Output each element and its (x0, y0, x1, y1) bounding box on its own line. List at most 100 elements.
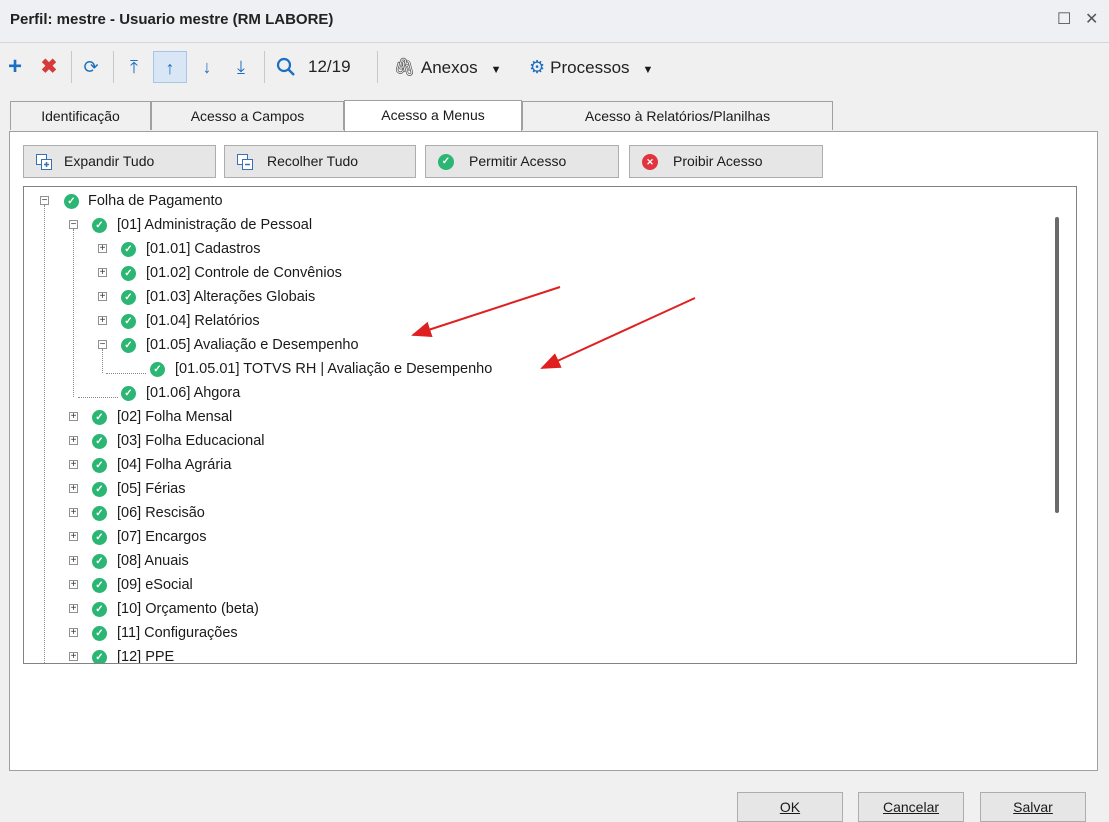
record-counter: 12/19 (308, 57, 351, 76)
refresh-icon[interactable]: ⟳ (80, 55, 102, 79)
allowed-check-icon: ✓ (92, 578, 107, 593)
toolbar-divider (377, 51, 378, 83)
tree-node-label: [06] Rescisão (117, 505, 205, 521)
tab-acesso-campos[interactable]: Acesso a Campos (151, 101, 344, 130)
toolbar-divider (71, 51, 72, 83)
allowed-check-icon: ✓ (92, 506, 107, 521)
attachments-menu[interactable]: 🖇 Anexos ▼ (393, 55, 523, 79)
allowed-check-icon: ✓ (92, 650, 107, 663)
delete-icon[interactable]: ✖ (38, 55, 60, 79)
allowed-check-icon: ✓ (64, 194, 79, 209)
allowed-check-icon: ✓ (92, 410, 107, 425)
vertical-scrollbar[interactable] (1055, 217, 1059, 513)
collapse-all-icon (237, 154, 253, 170)
expand-toggle-icon[interactable]: + (69, 580, 78, 590)
tree-node-label: [03] Folha Educacional (117, 433, 265, 449)
tree-node-label: [01.04] Relatórios (146, 313, 260, 329)
tree-node-label: [07] Encargos (117, 529, 207, 545)
tree-connector (78, 397, 118, 398)
last-record-icon[interactable]: ⤓ (231, 55, 251, 79)
expand-toggle-icon[interactable]: + (69, 556, 78, 566)
allowed-check-icon: ✓ (92, 218, 107, 233)
collapse-all-button[interactable]: Recolher Tudo (224, 145, 416, 178)
dropdown-arrow-icon: ▼ (490, 64, 502, 76)
deny-access-label: Proibir Acesso (673, 153, 763, 169)
attachments-label: Anexos (420, 58, 478, 77)
tree-connector (102, 349, 103, 373)
allowed-check-icon: ✓ (92, 482, 107, 497)
x-circle-icon: ✕ (642, 154, 658, 170)
tab-identificacao[interactable]: Identificação (10, 101, 151, 130)
gear-icon: ⚙ (529, 57, 546, 77)
expand-toggle-icon[interactable]: + (69, 484, 78, 494)
check-circle-icon: ✓ (438, 154, 454, 170)
expand-toggle-icon[interactable]: + (69, 532, 78, 542)
tree-connector (73, 229, 74, 397)
collapse-toggle-icon[interactable]: − (98, 340, 107, 350)
expand-toggle-icon[interactable]: + (98, 316, 107, 326)
expand-toggle-icon[interactable]: + (98, 244, 107, 254)
expand-all-icon (36, 154, 52, 170)
allowed-check-icon: ✓ (121, 338, 136, 353)
tree-node-label: [12] PPE (117, 649, 175, 664)
tree-node-label: [10] Orçamento (beta) (117, 601, 259, 617)
expand-toggle-icon[interactable]: + (69, 412, 78, 422)
allowed-check-icon: ✓ (92, 626, 107, 641)
window-title: Perfil: mestre - Usuario mestre (RM LABO… (10, 11, 334, 28)
expand-toggle-icon[interactable]: + (69, 628, 78, 638)
deny-access-button[interactable]: ✕ Proibir Acesso (629, 145, 823, 178)
tree-node-label: [02] Folha Mensal (117, 409, 233, 425)
first-record-icon[interactable]: ⤒ (124, 55, 144, 79)
allowed-check-icon: ✓ (121, 266, 136, 281)
toolbar-divider (113, 51, 114, 83)
tree-node-label: [01.01] Cadastros (146, 241, 261, 257)
allowed-check-icon: ✓ (92, 458, 107, 473)
menu-access-panel: Expandir Tudo Recolher Tudo ✓ Permitir A… (9, 131, 1098, 771)
paperclip-icon: 🖇 (393, 57, 416, 77)
previous-record-icon[interactable]: ↑ (153, 51, 187, 83)
processes-menu[interactable]: ⚙ Processos ▼ (529, 55, 679, 79)
dropdown-arrow-icon: ▼ (642, 64, 654, 76)
add-icon[interactable]: + (4, 55, 26, 79)
expand-toggle-icon[interactable]: + (69, 604, 78, 614)
save-label: Salvar (1013, 799, 1053, 815)
expand-toggle-icon[interactable]: + (69, 652, 78, 662)
allowed-check-icon: ✓ (121, 290, 136, 305)
tree-node-label: [01.05] Avaliação e Desempenho (146, 337, 359, 353)
maximize-icon[interactable]: ☐ (1057, 9, 1071, 29)
toolbar: + ✖ ⟳ ⤒ ↑ ↓ ⤓ 12/19 🖇 Anexos ▼ ⚙ Process… (0, 43, 1109, 91)
expand-all-button[interactable]: Expandir Tudo (23, 145, 216, 178)
expand-toggle-icon[interactable]: + (69, 508, 78, 518)
allow-access-label: Permitir Acesso (469, 153, 567, 169)
expand-toggle-icon[interactable]: + (69, 460, 78, 470)
collapse-toggle-icon[interactable]: − (40, 196, 49, 206)
allow-access-button[interactable]: ✓ Permitir Acesso (425, 145, 619, 178)
cancel-label: Cancelar (882, 799, 940, 815)
tab-acesso-relatorios[interactable]: Acesso à Relatórios/Planilhas (522, 101, 833, 130)
tree-node-label: Folha de Pagamento (88, 193, 223, 209)
title-bar: Perfil: mestre - Usuario mestre (RM LABO… (0, 0, 1109, 43)
allowed-check-icon: ✓ (92, 530, 107, 545)
tree-node-label: [04] Folha Agrária (117, 457, 232, 473)
tab-acesso-menus[interactable]: Acesso a Menus (344, 100, 522, 131)
collapse-toggle-icon[interactable]: − (69, 220, 78, 230)
tree-node-label: [08] Anuais (117, 553, 189, 569)
search-icon[interactable] (274, 55, 298, 79)
menu-tree[interactable]: − ✓ Folha de Pagamento − ✓ [01] Administ… (23, 186, 1077, 664)
tree-node-label: [05] Férias (117, 481, 186, 497)
tree-node-label: [01.02] Controle de Convênios (146, 265, 342, 281)
close-icon[interactable]: ✕ (1085, 9, 1098, 29)
allowed-check-icon: ✓ (92, 554, 107, 569)
expand-toggle-icon[interactable]: + (98, 292, 107, 302)
expand-all-label: Expandir Tudo (64, 153, 155, 169)
allowed-check-icon: ✓ (150, 362, 165, 377)
expand-toggle-icon[interactable]: + (69, 436, 78, 446)
allowed-check-icon: ✓ (92, 602, 107, 617)
allowed-check-icon: ✓ (121, 314, 136, 329)
next-record-icon[interactable]: ↓ (197, 55, 217, 79)
expand-toggle-icon[interactable]: + (98, 268, 107, 278)
allowed-check-icon: ✓ (92, 434, 107, 449)
toolbar-divider (264, 51, 265, 83)
collapse-all-label: Recolher Tudo (267, 153, 359, 169)
tree-node-label: [01.03] Alterações Globais (146, 289, 316, 305)
